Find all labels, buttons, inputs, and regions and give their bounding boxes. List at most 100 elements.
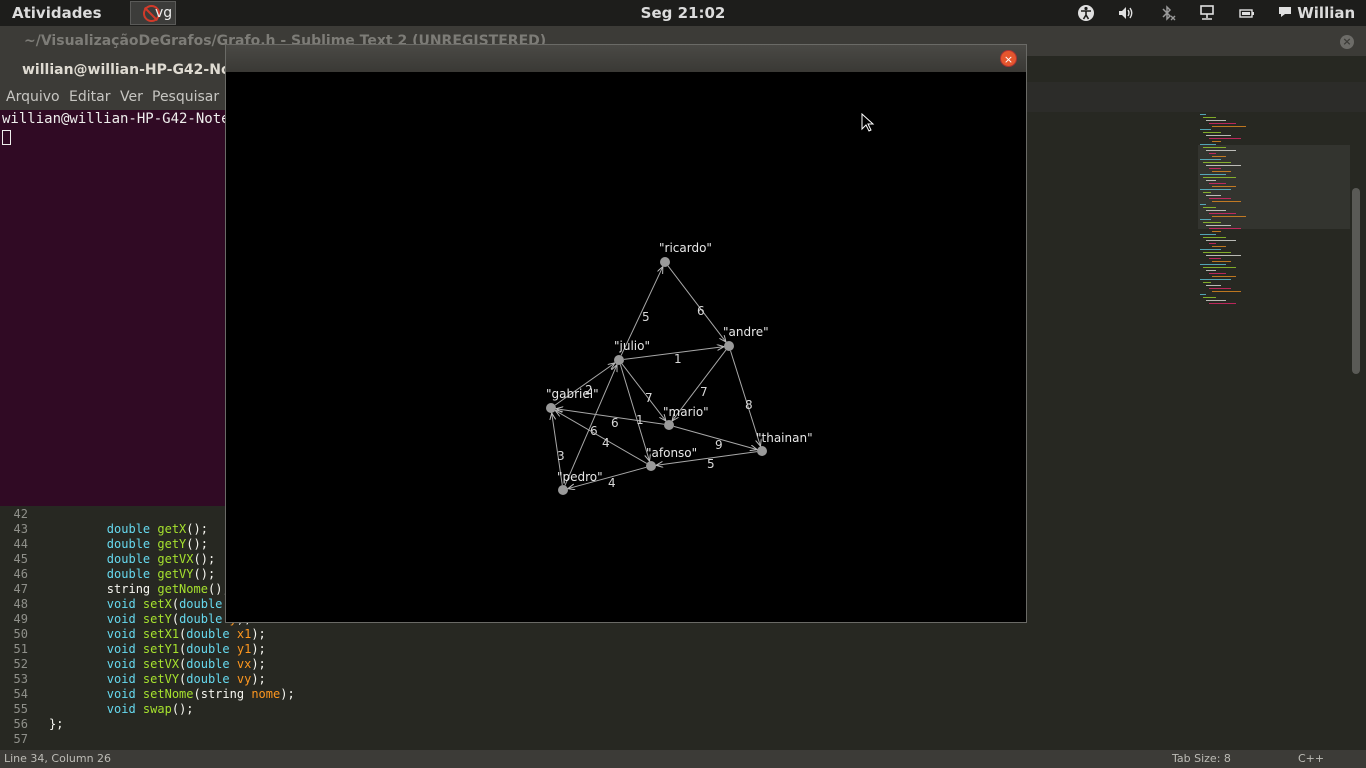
minimap-line [1203,207,1216,208]
graph-node-gabriel[interactable] [546,403,556,413]
minimap-line [1212,201,1241,202]
line-number: 53 [13,672,28,686]
minimap-line [1200,129,1211,130]
minimap-line [1200,279,1231,280]
minimap-line [1203,162,1231,163]
menu-pesquisar[interactable]: Pesquisar [152,89,219,105]
syntax-mode[interactable]: C++ [1298,752,1324,765]
line-number: 46 [13,567,28,581]
graph-node-pedro[interactable] [558,485,568,495]
code-line: void setX1(double x1); [49,627,266,641]
line-number: 57 [13,732,28,746]
cursor-position: Line 34, Column 26 [4,752,112,765]
line-number: 44 [13,537,28,551]
graph-node-mario[interactable] [664,420,674,430]
code-line: double getVX(); [49,552,216,566]
minimap-line [1203,117,1216,118]
minimap[interactable] [1198,112,1350,312]
edge-weight-label: 1 [674,352,682,366]
app-menu-button[interactable]: vg [130,1,176,25]
edge-weight-label: 8 [745,398,753,412]
volume-icon[interactable] [1117,4,1135,26]
line-number: 48 [13,597,28,611]
minimap-line [1206,300,1226,301]
code-line: string getNome(); [49,582,230,596]
minimap-line [1200,264,1226,265]
menu-editar[interactable]: Editar [69,89,110,105]
line-number: 45 [13,552,28,566]
tab-size[interactable]: Tab Size: 8 [1172,752,1231,765]
graph-window-title-bar[interactable] [226,45,1026,72]
graph-node-afonso[interactable] [646,461,656,471]
code-line: }; [49,717,64,731]
terminal-menu-bar: Arquivo Editar Ver Pesquisar [0,86,226,110]
minimap-line [1206,225,1231,226]
minimap-line [1209,198,1231,199]
code-line: void setY(double y); [49,612,252,626]
user-chat-icon [1279,7,1291,17]
graph-node-ricardo[interactable] [660,257,670,267]
minimap-line [1206,255,1241,256]
menu-arquivo[interactable]: Arquivo [6,89,60,105]
minimap-line [1200,174,1226,175]
graph-node-julio[interactable] [614,355,624,365]
node-label-afonso: "afonso" [646,446,697,460]
minimap-line [1209,288,1231,289]
graph-node-thainan[interactable] [757,446,767,456]
sublime-close-button[interactable]: × [1340,35,1354,49]
code-line: double getVY(); [49,567,216,581]
edge-weight-label: 7 [700,385,708,399]
minimap-line [1200,294,1206,295]
minimap-line [1203,267,1236,268]
line-number: 52 [13,657,28,671]
edge-weight-label: 3 [557,449,565,463]
mouse-pointer-icon [861,113,875,132]
graph-close-button[interactable]: × [1000,50,1017,67]
minimap-line [1209,123,1236,124]
activities-button[interactable]: Atividades [12,4,102,22]
code-line: void setVX(double vx); [49,657,266,671]
menu-ver[interactable]: Ver [120,89,143,105]
network-icon[interactable] [1198,4,1216,26]
node-label-mario: "mario" [663,405,709,419]
minimap-line [1200,159,1221,160]
minimap-line [1209,168,1221,169]
bluetooth-icon[interactable] [1159,4,1177,26]
node-label-pedro: "pedro" [557,470,603,484]
minimap-line [1203,132,1221,133]
line-number: 47 [13,582,28,596]
terminal-title-bar: willian@willian-HP-G42-Notebook-PC: ~ [0,56,334,86]
minimap-line [1209,183,1226,184]
user-name: Willian [1297,4,1356,22]
node-label-julio: "julio" [614,339,650,353]
minimap-line [1200,189,1231,190]
clock[interactable]: Seg 21:02 [641,4,726,22]
edge-weight-label: 9 [715,438,723,452]
user-menu[interactable]: Willian [1278,4,1355,22]
minimap-line [1209,273,1226,274]
edge-weight-label: 5 [707,457,715,471]
minimap-line [1206,135,1231,136]
graph-node-andre[interactable] [724,341,734,351]
node-label-andre: "andre" [723,325,769,339]
minimap-line [1212,156,1226,157]
minimap-line [1212,231,1221,232]
edge-weight-label: 6 [611,416,619,430]
minimap-line [1212,261,1231,262]
top-panel: Atividades vg Seg 21:02 Willian [0,0,1366,26]
minimap-line [1209,303,1236,304]
graph-edge-afonso-gabriel [555,411,647,464]
minimap-line [1212,171,1231,172]
accessibility-icon[interactable] [1077,4,1095,26]
minimap-line [1203,177,1236,178]
node-label-gabriel: "gabriel" [546,387,599,401]
edge-weight-label: 5 [642,310,650,324]
editor-scrollbar[interactable] [1352,188,1360,374]
minimap-line [1212,246,1226,247]
minimap-line [1203,237,1226,238]
line-number: 56 [13,717,28,731]
battery-icon[interactable] [1238,4,1256,26]
minimap-line [1203,252,1231,253]
minimap-line [1209,213,1236,214]
line-number: 55 [13,702,28,716]
